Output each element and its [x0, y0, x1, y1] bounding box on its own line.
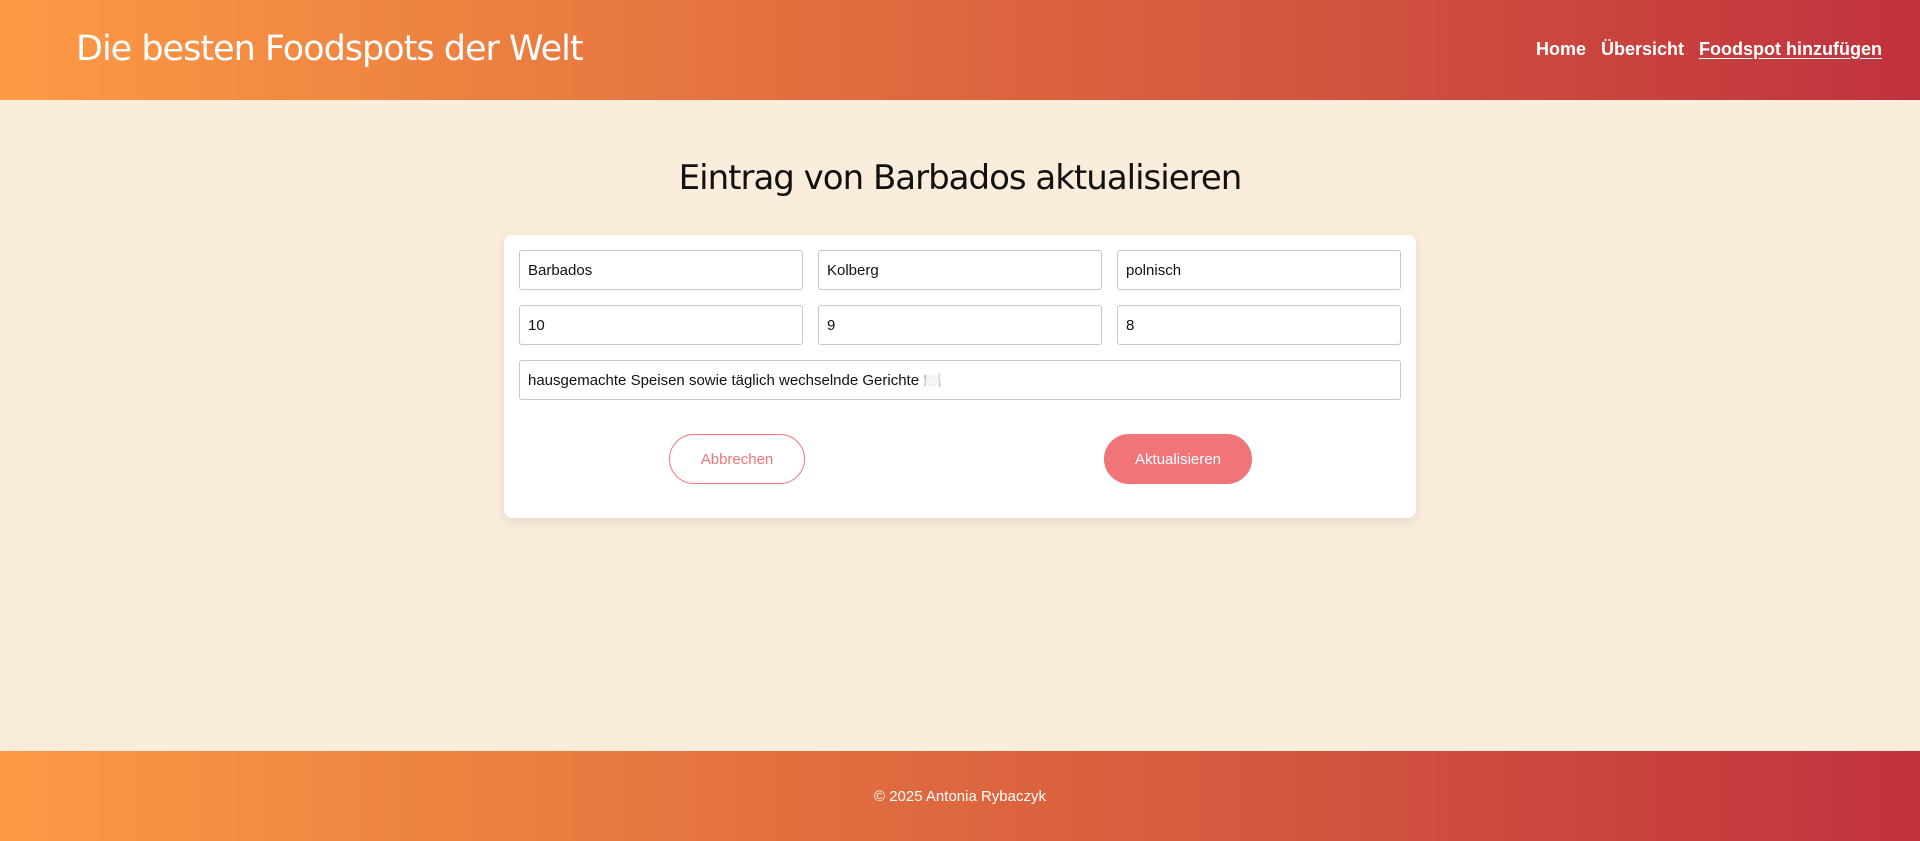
nav-link-foodspot-hinzufuegen[interactable]: Foodspot hinzufügen	[1699, 39, 1882, 60]
page-title: Eintrag von Barbados aktualisieren	[678, 158, 1243, 198]
main-content: Eintrag von Barbados aktualisieren Abbre…	[0, 100, 1920, 751]
cancel-button[interactable]: Abbrechen	[669, 434, 805, 484]
form-row-2	[519, 305, 1401, 345]
form-row-1	[519, 250, 1401, 290]
cuisine-field[interactable]	[1117, 250, 1401, 290]
name-field[interactable]	[519, 250, 803, 290]
update-button[interactable]: Aktualisieren	[1104, 434, 1252, 484]
rating-field-3[interactable]	[1117, 305, 1401, 345]
edit-form-card: Abbrechen Aktualisieren	[504, 235, 1416, 518]
form-row-3	[519, 360, 1401, 400]
city-field[interactable]	[818, 250, 1102, 290]
site-title: Die besten Foodspots der Welt	[76, 29, 584, 69]
site-footer: © 2025 Antonia Rybaczyk	[0, 751, 1920, 841]
nav-link-home[interactable]: Home	[1536, 39, 1586, 60]
copyright-text: © 2025 Antonia Rybaczyk	[874, 787, 1046, 805]
rating-field-1[interactable]	[519, 305, 803, 345]
site-header: Die besten Foodspots der Welt Home Übers…	[0, 0, 1920, 100]
main-nav: Home Übersicht Foodspot hinzufügen	[1536, 39, 1882, 62]
nav-link-uebersicht[interactable]: Übersicht	[1601, 39, 1684, 60]
rating-field-2[interactable]	[818, 305, 1102, 345]
description-field[interactable]	[519, 360, 1401, 400]
form-actions: Abbrechen Aktualisieren	[504, 434, 1416, 484]
